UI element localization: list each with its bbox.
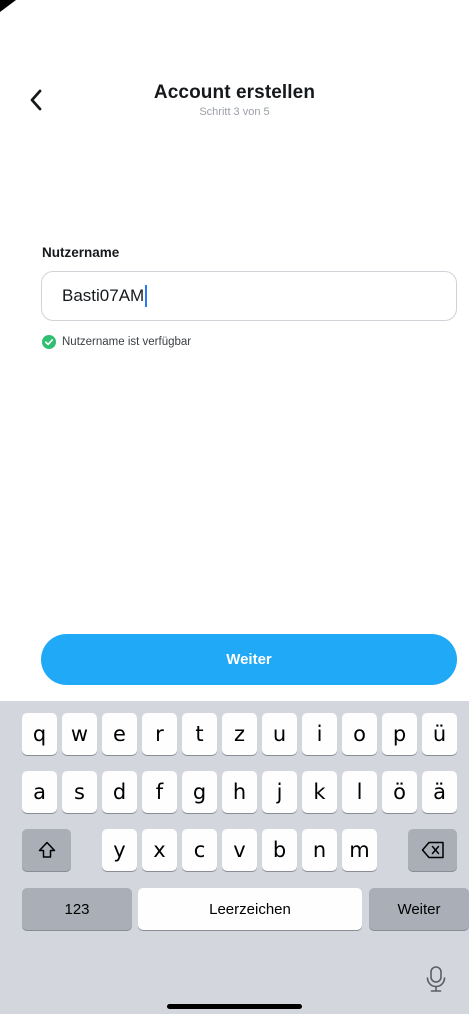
key-f[interactable]: f bbox=[142, 771, 177, 813]
home-indicator bbox=[167, 1004, 302, 1009]
checkmark-circle-icon bbox=[42, 335, 56, 349]
key-n[interactable]: n bbox=[302, 829, 337, 871]
key-p[interactable]: p bbox=[382, 713, 417, 755]
key-oe[interactable]: ö bbox=[382, 771, 417, 813]
key-a[interactable]: a bbox=[22, 771, 57, 813]
key-i[interactable]: i bbox=[302, 713, 337, 755]
key-u[interactable]: u bbox=[262, 713, 297, 755]
shift-icon bbox=[38, 841, 55, 858]
key-g[interactable]: g bbox=[182, 771, 217, 813]
key-y[interactable]: y bbox=[102, 829, 137, 871]
space-key[interactable]: Leerzeichen bbox=[138, 888, 362, 930]
key-m[interactable]: m bbox=[342, 829, 377, 871]
key-e[interactable]: e bbox=[102, 713, 137, 755]
shift-key[interactable] bbox=[22, 829, 71, 871]
nav-header: Account erstellen Schritt 3 von 5 bbox=[0, 78, 469, 128]
key-o[interactable]: o bbox=[342, 713, 377, 755]
onscreen-keyboard: q w e r t z u i o p ü a s d f g h j k l … bbox=[0, 701, 469, 1014]
key-k[interactable]: k bbox=[302, 771, 337, 813]
key-r[interactable]: r bbox=[142, 713, 177, 755]
key-l[interactable]: l bbox=[342, 771, 377, 813]
status-bar-corner bbox=[0, 0, 16, 12]
key-ae[interactable]: ä bbox=[422, 771, 457, 813]
microphone-icon[interactable] bbox=[424, 965, 448, 993]
key-z[interactable]: z bbox=[222, 713, 257, 755]
key-b[interactable]: b bbox=[262, 829, 297, 871]
key-d[interactable]: d bbox=[102, 771, 137, 813]
availability-status: Nutzername ist verfügbar bbox=[42, 335, 191, 349]
key-v[interactable]: v bbox=[222, 829, 257, 871]
page-title: Account erstellen bbox=[153, 82, 316, 103]
username-input-value: Basti07AM bbox=[62, 286, 145, 305]
continue-button[interactable]: Weiter bbox=[41, 634, 457, 685]
key-q[interactable]: q bbox=[22, 713, 57, 755]
numbers-key[interactable]: 123 bbox=[22, 888, 132, 930]
key-w[interactable]: w bbox=[62, 713, 97, 755]
backspace-icon bbox=[421, 841, 444, 859]
key-t[interactable]: t bbox=[182, 713, 217, 755]
key-ue[interactable]: ü bbox=[422, 713, 457, 755]
key-j[interactable]: j bbox=[262, 771, 297, 813]
availability-status-text: Nutzername ist verfügbar bbox=[62, 336, 192, 348]
return-key[interactable]: Weiter bbox=[369, 888, 469, 930]
key-c[interactable]: c bbox=[182, 829, 217, 871]
key-s[interactable]: s bbox=[62, 771, 97, 813]
key-h[interactable]: h bbox=[222, 771, 257, 813]
title-block: Account erstellen Schritt 3 von 5 bbox=[0, 82, 469, 118]
text-caret bbox=[145, 285, 148, 307]
key-x[interactable]: x bbox=[142, 829, 177, 871]
backspace-key[interactable] bbox=[408, 829, 457, 871]
username-label: Nutzername bbox=[42, 245, 120, 260]
step-indicator: Schritt 3 von 5 bbox=[199, 106, 270, 118]
username-input[interactable]: Basti07AM bbox=[41, 271, 457, 321]
